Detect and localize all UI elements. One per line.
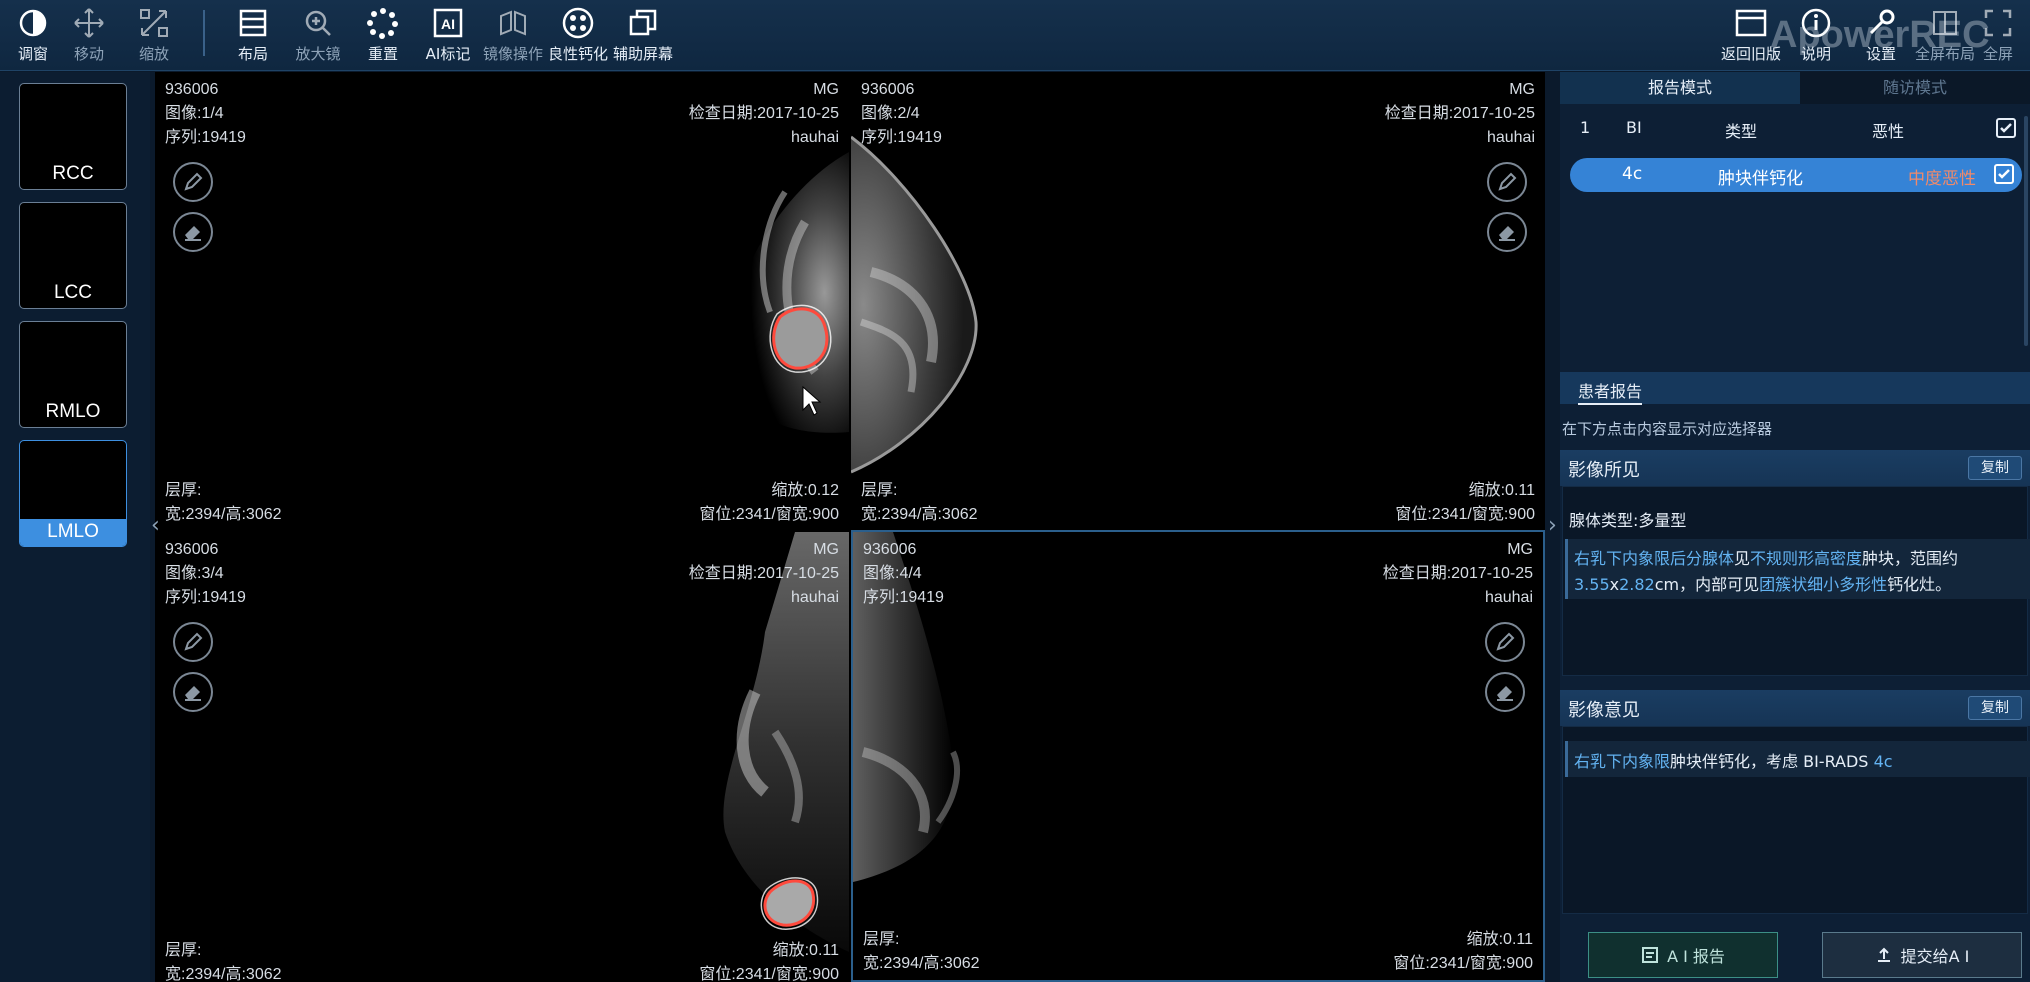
pencil-tool-button[interactable]: [173, 622, 213, 662]
mirror-icon: [496, 6, 530, 40]
findings-line-1: 右乳下内象限后分腺体见不规则形高密度肿块，范围约: [1574, 549, 1959, 568]
overlay-top-right: MG 检查日期:2017-10-25 hauhai: [688, 541, 839, 606]
eraser-tool-button[interactable]: [1485, 672, 1525, 712]
ai-report-button[interactable]: A I 报告: [1588, 932, 1778, 978]
lesion-checkbox[interactable]: [1994, 164, 2014, 184]
check-icon: [1998, 169, 2010, 179]
lesion-list-scrollbar[interactable]: [2024, 116, 2028, 346]
overlay-bottom-right: 缩放:0.11 窗位:2341/窗宽:900: [1395, 482, 1535, 523]
svg-text:AI: AI: [441, 16, 455, 32]
overlay-bottom-left: 层厚: 宽:2394/高:3062: [863, 931, 980, 972]
eraser-icon: [1499, 226, 1515, 241]
pencil-icon: [1496, 632, 1515, 651]
pencil-tool-button[interactable]: [173, 162, 213, 202]
pencil-icon: [1498, 172, 1517, 191]
viewport-3[interactable]: 936006 图像:3/4 序列:19419 MG 检查日期:2017-10-25 ha…: [155, 532, 849, 982]
chevron-left-icon[interactable]: ‹: [151, 513, 160, 538]
mirror-button[interactable]: 镜像操作: [480, 6, 546, 66]
patient-report-tab[interactable]: 患者报告: [1560, 372, 2030, 405]
overlay-top-right: MG 检查日期:2017-10-25 hauhai: [1382, 541, 1533, 606]
findings-highlight-strip: 右乳下内象限后分腺体见不规则形高密度肿块，范围约 3.55x2.82cm，内部可…: [1565, 539, 2030, 599]
overlay-bottom-left: 层厚: 宽:2394/高:3062: [861, 482, 978, 523]
lesion-contour: [772, 307, 829, 370]
mode-tabs: 报告模式 随访模式: [1560, 72, 2030, 104]
viewport-1[interactable]: 936006 图像:1/4 序列:19419 MG 检查日期:2017-10-25 ha…: [155, 72, 849, 531]
select-all-checkbox[interactable]: [1996, 118, 2016, 138]
findings-line-2: 3.55x2.82cm，内部可见团簇状细小多形性钙化灶。: [1574, 575, 1952, 594]
overlay-bottom-left: 层厚: 宽:2394/高:3062: [165, 482, 282, 523]
eraser-tool-button[interactable]: [173, 672, 213, 712]
reset-icon: [366, 6, 400, 40]
copy-impression-button[interactable]: 复制: [1968, 696, 2022, 720]
submit-to-ai-button[interactable]: 提交给A I: [1822, 932, 2022, 978]
thumb-lcc[interactable]: LCC: [19, 202, 127, 309]
impression-line-1: 右乳下内象限肿块伴钙化，考虑 BI-RADS 4c: [1574, 752, 1893, 771]
zoom-icon: [137, 6, 171, 40]
tab-followup-mode[interactable]: 随访模式: [1800, 72, 2030, 104]
findings-header: 影像所见 复制: [1560, 450, 2030, 486]
overlay-top-left: 936006 图像:2/4 序列:19419: [861, 81, 942, 146]
viewport-4[interactable]: 936006 图像:4/4 序列:19419 MG 检查日期:2017-10-25 ha…: [851, 530, 1545, 982]
pencil-tool-button[interactable]: [1485, 622, 1525, 662]
thumb-rmlo[interactable]: RMLO: [19, 321, 127, 428]
overlay-top-left: 936006 图像:4/4 序列:19419: [863, 541, 944, 606]
pencil-icon: [184, 632, 203, 651]
layout-icon: [236, 6, 270, 40]
pencil-tool-button[interactable]: [1487, 162, 1527, 202]
thumb-lmlo[interactable]: LMLO: [19, 440, 127, 547]
toolbar-separator: [203, 10, 205, 56]
report-icon: [1642, 947, 1659, 963]
check-icon: [2000, 123, 2012, 133]
lesion-row[interactable]: 4c 肿块伴钙化 中度恶性: [1570, 158, 2022, 192]
aux-screen-icon: [626, 6, 660, 40]
reset-button[interactable]: 重置: [350, 6, 416, 66]
eraser-icon: [185, 226, 201, 241]
lesion-list-header: 1 BI 类型 恶性: [1560, 112, 2030, 144]
overlay-top-right: MG 检查日期:2017-10-25 hauhai: [1384, 81, 1535, 146]
zoom-button[interactable]: 缩放: [121, 6, 187, 66]
watermark: ApowerREC: [1770, 14, 1990, 56]
selector-hint: 在下方点击内容显示对应选择器: [1562, 420, 1773, 438]
impression-highlight-strip: 右乳下内象限肿块伴钙化，考虑 BI-RADS 4c: [1565, 741, 2030, 777]
copy-findings-button[interactable]: 复制: [1968, 456, 2022, 480]
tab-report-mode[interactable]: 报告模式: [1560, 72, 1800, 104]
magnifier-icon: [301, 6, 335, 40]
benign-calc-icon: [561, 6, 595, 40]
findings-text[interactable]: 腺体类型:多量型 右乳下内象限后分腺体见不规则形高密度肿块，范围约 3.55x2…: [1562, 486, 2030, 676]
overlay-bottom-right: 缩放:0.11 窗位:2341/窗宽:900: [699, 942, 839, 982]
upload-icon: [1877, 947, 1890, 962]
toolbar: 调窗 移动 缩放 布局 放大镜 重置 AI AI标记 镜像操作 良性钙化 辅助屏…: [0, 0, 2030, 71]
overlay-bottom-right: 缩放:0.12 窗位:2341/窗宽:900: [699, 482, 839, 523]
contrast-icon: [16, 6, 50, 40]
move-icon: [72, 6, 106, 40]
eraser-icon: [185, 686, 201, 701]
thumbnail-sidebar: RCC LCC RMLO LMLO: [0, 72, 150, 982]
eraser-tool-button[interactable]: [173, 212, 213, 252]
thumb-rcc[interactable]: RCC: [19, 83, 127, 190]
ai-mark-button[interactable]: AI AI标记: [415, 6, 481, 66]
impression-text[interactable]: 右乳下内象限肿块伴钙化，考虑 BI-RADS 4c: [1562, 726, 2030, 914]
overlay-top-left: 936006 图像:3/4 序列:19419: [165, 541, 246, 606]
chevron-right-icon[interactable]: ›: [1548, 513, 1557, 538]
aux-screen-button[interactable]: 辅助屏幕: [610, 6, 676, 66]
eraser-icon: [1497, 686, 1513, 701]
viewport-2[interactable]: 936006 图像:2/4 序列:19419 MG 检查日期:2017-10-25 ha…: [851, 72, 1545, 531]
image-viewer: 936006 图像:1/4 序列:19419 MG 检查日期:2017-10-25 ha…: [151, 72, 1557, 982]
report-panel: 报告模式 随访模式 1 BI 类型 恶性 4c 肿块伴钙化 中度恶性 患者报告 …: [1560, 72, 2030, 982]
overlay-bottom-right: 缩放:0.11 窗位:2341/窗宽:900: [1393, 931, 1533, 972]
impression-header: 影像意见 复制: [1560, 690, 2030, 726]
overlay-bottom-left: 层厚: 宽:2394/高:3062: [165, 942, 282, 982]
overlay-top-left: 936006 图像:1/4 序列:19419: [165, 81, 246, 146]
magnifier-button[interactable]: 放大镜: [285, 6, 351, 66]
back-old-icon: [1734, 6, 1768, 40]
move-button[interactable]: 移动: [56, 6, 122, 66]
benign-calc-button[interactable]: 良性钙化: [545, 6, 611, 66]
eraser-tool-button[interactable]: [1487, 212, 1527, 252]
layout-button[interactable]: 布局: [220, 6, 286, 66]
overlay-top-right: MG 检查日期:2017-10-25 hauhai: [688, 81, 839, 146]
ai-mark-icon: AI: [431, 6, 465, 40]
pencil-icon: [184, 172, 203, 191]
